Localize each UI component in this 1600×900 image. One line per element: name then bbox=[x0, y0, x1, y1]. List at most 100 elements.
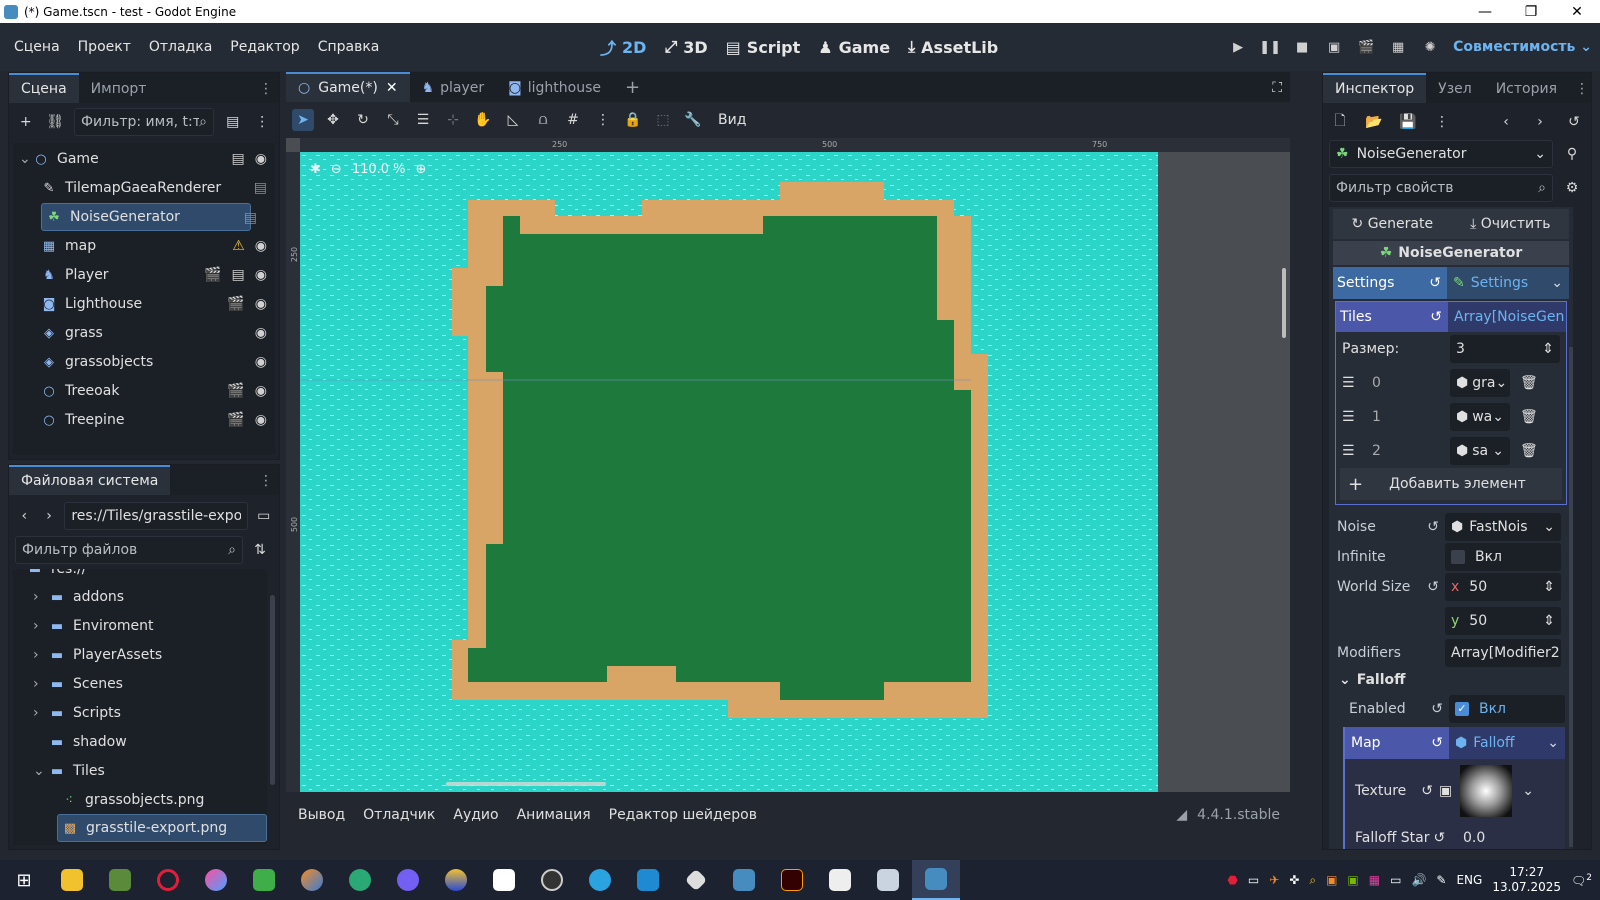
mode-game-button[interactable]: ♟ Game bbox=[818, 38, 890, 57]
add-element-button[interactable]: + Добавить элемент bbox=[1340, 468, 1562, 500]
move-tool-icon[interactable]: ✥ bbox=[322, 109, 344, 131]
clapper-icon[interactable]: 🎬 bbox=[227, 412, 244, 428]
history-forward-icon[interactable]: › bbox=[1529, 111, 1551, 133]
script-icon[interactable]: ▤ bbox=[244, 210, 257, 226]
taskbar-twitch[interactable] bbox=[816, 860, 864, 900]
infinite-checkbox[interactable]: Вкл bbox=[1445, 543, 1561, 571]
revert-icon[interactable]: ↺ bbox=[1421, 783, 1433, 799]
tab-player-scene[interactable]: ♞ player bbox=[410, 74, 497, 102]
zoom-in-icon[interactable]: ⊕ bbox=[416, 162, 427, 177]
tray-window-icon[interactable]: ▭ bbox=[1248, 873, 1259, 887]
menu-scene[interactable]: Сцена bbox=[6, 39, 68, 55]
fs-item-scripts[interactable]: › ▬ Scripts bbox=[33, 699, 121, 727]
tab-node[interactable]: Узел bbox=[1426, 75, 1484, 103]
forward-icon[interactable]: › bbox=[40, 505, 59, 527]
property-filter-input[interactable]: Фильтр свойств ⌕ bbox=[1329, 174, 1553, 202]
tree-node-noisegenerator[interactable]: ☘ NoiseGenerator bbox=[41, 203, 251, 231]
center-view-icon[interactable]: ✱ bbox=[310, 162, 321, 177]
array-element-2-value[interactable]: ⬢ sa ⌄ bbox=[1450, 437, 1510, 465]
clapper-icon[interactable]: 🎬 bbox=[227, 296, 244, 312]
settings-resource-value[interactable]: ✎ Settings ⌄ bbox=[1447, 267, 1569, 299]
falloff-section-header[interactable]: ⌄ Falloff bbox=[1339, 669, 1405, 691]
visibility-eye-icon[interactable]: ◉ bbox=[255, 383, 267, 399]
delete-icon[interactable]: 🗑 bbox=[1520, 409, 1538, 425]
fs-scrollbar[interactable] bbox=[270, 595, 275, 785]
fs-item-addons[interactable]: › ▬ addons bbox=[33, 583, 124, 611]
tree-node-treepine[interactable]: ○ Treepine 🎬 ◉ bbox=[41, 406, 271, 434]
tray-app-icon[interactable]: ✈ bbox=[1269, 873, 1279, 887]
remote-debug-icon[interactable]: ▣ bbox=[1325, 38, 1343, 56]
spin-arrows-icon[interactable]: ⇕ bbox=[1542, 341, 1554, 357]
select-tool-icon[interactable]: ➤ bbox=[292, 109, 314, 131]
dock-menu-icon[interactable]: ⋮ bbox=[253, 75, 279, 103]
viewport-hscrollbar[interactable] bbox=[446, 782, 606, 786]
size-spinbox[interactable]: 3 ⇕ bbox=[1450, 335, 1560, 363]
grid-snap-icon[interactable]: # bbox=[562, 109, 584, 131]
tab-history[interactable]: История bbox=[1484, 75, 1569, 103]
taskbar-otvet[interactable] bbox=[240, 860, 288, 900]
movie-maker-icon[interactable]: ✺ bbox=[1421, 38, 1439, 56]
tray-network-icon[interactable]: ▭ bbox=[1390, 873, 1401, 887]
tree-node-map[interactable]: ▦ map ⚠ ◉ bbox=[41, 232, 271, 260]
viewport-vscrollbar[interactable] bbox=[1282, 268, 1286, 338]
inspector-scrollbar[interactable] bbox=[1569, 347, 1573, 847]
revert-icon[interactable]: ↺ bbox=[1429, 275, 1441, 291]
texture-preview[interactable] bbox=[1460, 765, 1513, 817]
visibility-eye-icon[interactable]: ◉ bbox=[255, 354, 267, 370]
skeleton-icon[interactable]: 🔧 bbox=[682, 109, 704, 131]
visibility-eye-icon[interactable]: ◉ bbox=[255, 412, 267, 428]
menu-debug[interactable]: Отладка bbox=[141, 39, 220, 55]
menu-project[interactable]: Проект bbox=[70, 39, 139, 55]
mode-2d-button[interactable]: ⤴ 2D bbox=[600, 35, 646, 59]
pivot-tool-icon[interactable]: ⊹ bbox=[442, 109, 464, 131]
add-node-icon[interactable]: + bbox=[15, 111, 37, 133]
script-icon[interactable]: ▤ bbox=[232, 267, 245, 283]
visibility-eye-icon[interactable]: ◉ bbox=[255, 267, 267, 283]
mode-3d-button[interactable]: ⤢ 3D bbox=[664, 37, 707, 57]
scale-tool-icon[interactable]: ⤡ bbox=[382, 109, 404, 131]
fullscreen-icon[interactable]: ⛶ bbox=[1264, 74, 1290, 102]
fs-root[interactable]: ▬ res:// bbox=[27, 569, 87, 583]
fs-item-grasstile-export-png[interactable]: ▩ grasstile-export.png bbox=[57, 814, 267, 842]
tray-language[interactable]: ENG bbox=[1456, 873, 1482, 887]
renderer-select[interactable]: Совместимость ⌄ bbox=[1453, 39, 1592, 55]
tray-shield-icon[interactable]: ⬣ bbox=[1227, 873, 1237, 887]
tray-search-icon[interactable]: ⌕ bbox=[1309, 873, 1316, 888]
taskbar-app-window[interactable] bbox=[864, 860, 912, 900]
taskbar-godot-active[interactable] bbox=[912, 860, 960, 900]
zoom-out-icon[interactable]: ⊖ bbox=[331, 162, 342, 177]
script-icon[interactable]: ▤ bbox=[254, 180, 267, 196]
taskbar-browser[interactable] bbox=[192, 860, 240, 900]
taskbar-capcut[interactable] bbox=[480, 860, 528, 900]
tab-game-scene[interactable]: ○ Game(*) ✕ bbox=[286, 72, 410, 102]
fs-item-tiles[interactable]: ⌄ ▬ Tiles bbox=[33, 757, 105, 785]
revert-icon[interactable]: ↺ bbox=[1431, 701, 1443, 717]
tree-node-lighthouse[interactable]: ◙ Lighthouse 🎬 ◉ bbox=[41, 290, 271, 318]
script-icon[interactable]: ▤ bbox=[232, 151, 245, 167]
revert-icon[interactable]: ↺ bbox=[1430, 309, 1442, 325]
tab-filesystem[interactable]: Файловая система bbox=[9, 465, 171, 495]
inspector-options-icon[interactable]: ⚙ bbox=[1561, 177, 1583, 199]
lock-icon[interactable]: 🔒 bbox=[622, 109, 644, 131]
pause-icon[interactable]: ❚❚ bbox=[1259, 38, 1281, 56]
taskbar-telegram[interactable] bbox=[576, 860, 624, 900]
tab-audio[interactable]: Аудио bbox=[453, 807, 498, 823]
attach-script-icon[interactable]: ▤ bbox=[222, 111, 244, 133]
chevron-down-icon[interactable]: ⌄ bbox=[1522, 783, 1534, 799]
visibility-eye-icon[interactable]: ◉ bbox=[255, 238, 267, 254]
array-element-0-value[interactable]: ⬢ gra ⌄ bbox=[1450, 369, 1510, 397]
resource-menu-icon[interactable]: ⋮ bbox=[1431, 111, 1453, 133]
ruler-tool-icon[interactable]: ◺ bbox=[502, 109, 524, 131]
notifications-icon[interactable]: 🗨2 bbox=[1571, 873, 1592, 888]
canvas-viewport[interactable]: 250 500 750 250 500 ✱ ⊖ 110.0 % ⊕ bbox=[286, 138, 1290, 792]
taskbar-vscode[interactable] bbox=[624, 860, 672, 900]
tiles-value[interactable]: Array[NoiseGen bbox=[1448, 302, 1566, 332]
play-icon[interactable]: ▶ bbox=[1229, 38, 1247, 56]
tab-inspector[interactable]: Инспектор bbox=[1323, 73, 1427, 103]
menu-editor[interactable]: Редактор bbox=[222, 39, 307, 55]
mode-assetlib-button[interactable]: ⤓ AssetLib bbox=[908, 37, 998, 57]
tray-pen-icon[interactable]: ✎ bbox=[1436, 873, 1446, 887]
tree-node-tilemapgaearenderer[interactable]: ✎ TilemapGaeaRenderer ▤ bbox=[41, 174, 271, 202]
sort-icon[interactable]: ⇅ bbox=[249, 539, 271, 561]
taskbar-app-green[interactable] bbox=[336, 860, 384, 900]
